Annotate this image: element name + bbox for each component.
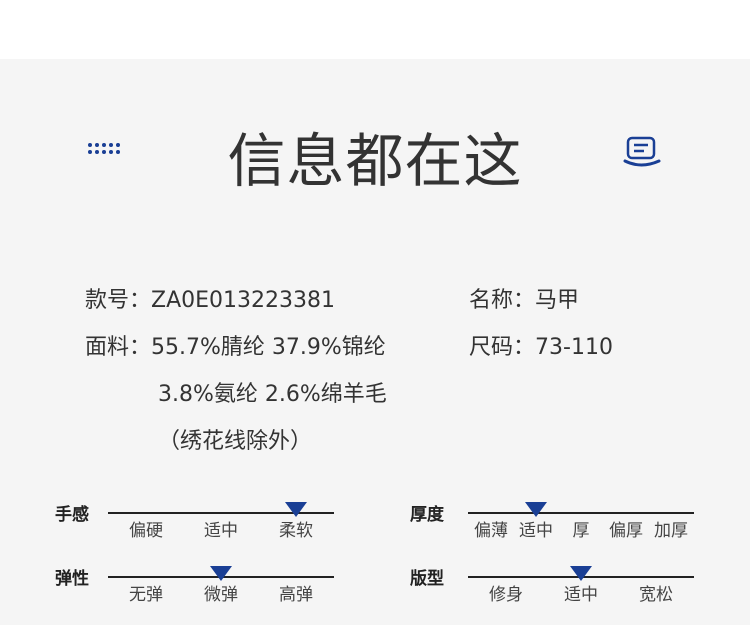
- thickness-option: 适中: [519, 521, 553, 541]
- size: 尺码：73-110: [469, 334, 613, 362]
- elasticity-marker: [210, 566, 232, 581]
- thickness-option: 偏薄: [474, 521, 508, 541]
- thickness-label: 厚度: [410, 505, 444, 525]
- fit-marker: [570, 566, 592, 581]
- style-value: ZA0E013223381: [151, 288, 336, 313]
- fit-option: 宽松: [639, 585, 673, 605]
- elasticity-option: 无弹: [129, 585, 163, 605]
- elasticity-label: 弹性: [55, 569, 89, 589]
- feel-marker: [285, 502, 307, 517]
- feel-option: 适中: [204, 521, 238, 541]
- fabric-line-3: （绣花线除外）: [158, 429, 313, 454]
- product-name: 名称：马甲: [469, 287, 579, 315]
- fit-option: 适中: [564, 585, 598, 605]
- thickness-option: 加厚: [654, 521, 688, 541]
- fabric-label: 面料：: [85, 335, 152, 360]
- size-value: 73-110: [535, 335, 613, 360]
- name-label: 名称：: [469, 288, 536, 313]
- fabric-line-1: 55.7%腈纶 37.9%锦纶: [151, 335, 386, 360]
- thickness-option: 偏厚: [609, 521, 643, 541]
- thickness-option: 厚: [572, 521, 590, 541]
- thickness-scale-line: [468, 512, 694, 514]
- elasticity-option: 微弹: [204, 585, 238, 605]
- style-number: 款号：ZA0E013223381: [85, 287, 335, 315]
- fabric-line-2: 3.8%氨纶 2.6%绵羊毛: [158, 382, 387, 407]
- elasticity-option: 高弹: [279, 585, 313, 605]
- feel-option: 柔软: [279, 521, 313, 541]
- feel-option: 偏硬: [129, 521, 163, 541]
- size-label: 尺码：: [469, 335, 536, 360]
- style-label: 款号：: [85, 288, 152, 313]
- name-value: 马甲: [535, 288, 580, 313]
- note-icon[interactable]: [623, 135, 661, 169]
- fit-option: 修身: [489, 585, 523, 605]
- fabric: 面料：55.7%腈纶 37.9%锦纶: [85, 334, 386, 362]
- feel-label: 手感: [55, 505, 89, 525]
- fit-label: 版型: [410, 569, 444, 589]
- thickness-marker: [525, 502, 547, 517]
